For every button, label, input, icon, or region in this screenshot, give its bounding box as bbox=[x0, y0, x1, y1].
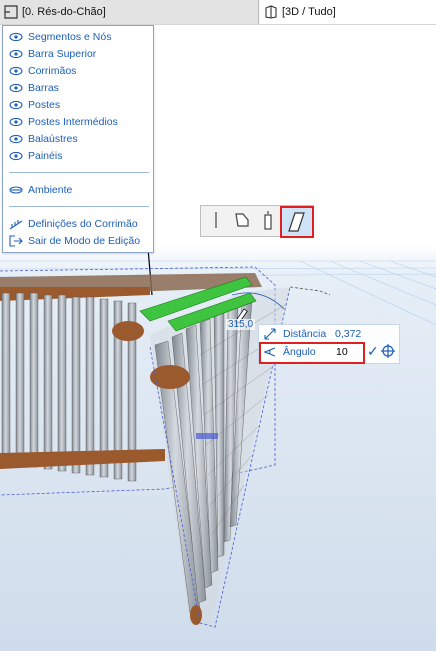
angle-field[interactable]: Ângulo bbox=[259, 342, 365, 364]
palette-item-exit-edit[interactable]: Sair de Modo de Edição bbox=[9, 233, 140, 248]
angle-dimension-label: 315,0 bbox=[226, 319, 256, 330]
palette-item-ambient[interactable]: Ambiente bbox=[9, 182, 72, 197]
angle-icon bbox=[263, 346, 277, 358]
eye-icon bbox=[9, 82, 23, 94]
palette-item-rails[interactable]: Barras bbox=[9, 80, 59, 95]
vertical-segment-button[interactable] bbox=[255, 208, 281, 232]
window-tab-bar: [0. Rés-do-Chão] [3D / Tudo] bbox=[0, 0, 436, 25]
crosshair-icon[interactable] bbox=[381, 344, 395, 358]
tab-floor-plan[interactable]: [0. Rés-do-Chão] bbox=[0, 0, 259, 24]
palette-item-top-rail[interactable]: Barra Superior bbox=[9, 46, 96, 61]
angled-segment-button[interactable] bbox=[280, 206, 314, 238]
tab-3d-view-label: [3D / Tudo] bbox=[282, 6, 336, 18]
tab-floor-plan-label: [0. Rés-do-Chão] bbox=[22, 6, 106, 18]
eye-icon bbox=[9, 48, 23, 60]
palette-item-inner-posts[interactable]: Postes Intermédios bbox=[9, 114, 118, 129]
eye-icon bbox=[9, 116, 23, 128]
railing-settings-icon bbox=[9, 218, 23, 230]
tab-3d-view[interactable]: [3D / Tudo] bbox=[260, 0, 436, 24]
eye-icon bbox=[9, 133, 23, 145]
eye-icon bbox=[9, 31, 23, 43]
palette-item-balusters[interactable]: Balaústres bbox=[9, 131, 78, 146]
tracker-angle-row: Ângulo bbox=[263, 344, 316, 360]
coordinate-tracker: Distância 0,372 Ângulo ✓ bbox=[258, 324, 400, 364]
angle-label: Ângulo bbox=[283, 346, 316, 358]
palette-item-railing-settings[interactable]: Definições do Corrimão bbox=[9, 216, 138, 231]
3d-window-icon bbox=[264, 5, 278, 19]
checkmark-icon[interactable]: ✓ bbox=[367, 344, 379, 358]
exit-edit-mode-icon bbox=[9, 234, 23, 247]
palette-item-panels[interactable]: Painéis bbox=[9, 148, 62, 163]
eye-icon bbox=[9, 99, 23, 111]
polygon-segment-button[interactable] bbox=[229, 208, 255, 232]
eye-icon bbox=[9, 65, 23, 77]
palette-item-handrails[interactable]: Corrimãos bbox=[9, 63, 76, 78]
railing-edit-palette: Segmentos e Nós Barra Superior Corrimãos… bbox=[2, 25, 154, 253]
straight-segment-icon bbox=[215, 212, 217, 228]
eye-closed-icon bbox=[9, 184, 23, 196]
straight-segment-button[interactable] bbox=[203, 208, 229, 232]
angle-input[interactable] bbox=[336, 345, 360, 359]
angled-segment-icon bbox=[288, 212, 305, 232]
polygon-segment-icon bbox=[235, 213, 249, 227]
distance-icon bbox=[263, 328, 277, 340]
palette-item-posts[interactable]: Postes bbox=[9, 97, 60, 112]
palette-item-segments[interactable]: Segmentos e Nós bbox=[9, 29, 111, 44]
floor-plan-icon bbox=[4, 5, 18, 19]
tracker-distance-row: Distância 0,372 bbox=[263, 326, 361, 342]
distance-label: Distância bbox=[283, 328, 327, 340]
distance-value[interactable]: 0,372 bbox=[335, 328, 361, 340]
eye-icon bbox=[9, 150, 23, 162]
palette-divider bbox=[9, 172, 149, 173]
vertical-segment-icon bbox=[264, 211, 272, 230]
segment-type-toolbar bbox=[200, 205, 314, 238]
palette-divider bbox=[9, 206, 149, 207]
